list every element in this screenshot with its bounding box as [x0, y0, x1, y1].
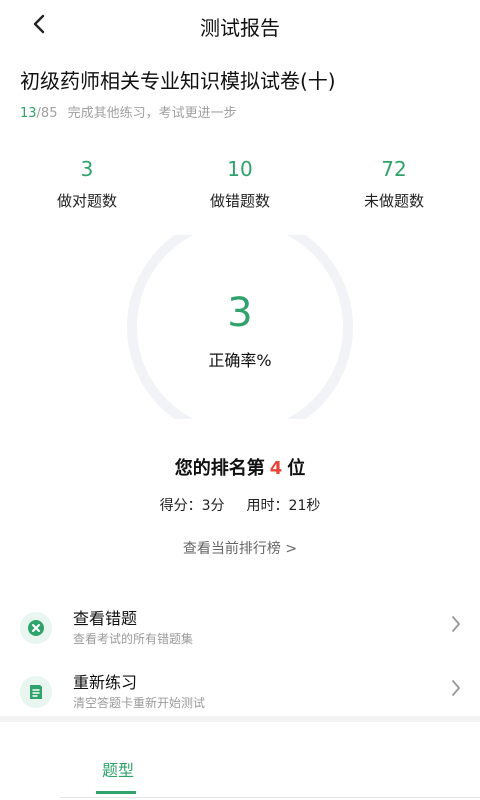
stat-unanswered-label: 未做题数 [363, 192, 424, 210]
page-title: 测试报告 [200, 16, 280, 40]
tab-question-type[interactable]: 题型 [82, 757, 154, 781]
score-text: 得分：3分 [159, 498, 225, 514]
stat-correct-label: 做对题数 [56, 192, 117, 210]
leaderboard-link[interactable]: 查看当前排行榜 > [0, 538, 480, 558]
review-wrong-title: 查看错题 [73, 609, 138, 628]
stat-unanswered-value: 72 [381, 157, 407, 181]
review-wrong-row[interactable]: 查看错题 查看考试的所有错题集 [0, 602, 480, 662]
chevron-right-icon [452, 616, 460, 632]
accuracy-label: 正确率% [208, 351, 272, 370]
close-circle-icon [20, 612, 52, 644]
retry-subtitle: 清空答题卡重新开始测试 [73, 696, 206, 710]
rank-position: 4 [269, 458, 283, 479]
stat-wrong-value: 10 [227, 157, 253, 181]
exam-title: 初级药师相关专业知识模拟试卷(十) [20, 69, 336, 93]
retry-title: 重新练习 [73, 673, 138, 692]
progress-done: 13 [20, 106, 37, 121]
stat-wrong-label: 做错题数 [209, 192, 270, 210]
progress-total: /85 [36, 106, 58, 121]
rank-text: 您的排名第 4 位 [0, 454, 480, 480]
rank-prefix: 您的排名第 [174, 458, 265, 479]
progress-hint: 完成其他练习，考试更进一步 [67, 106, 237, 121]
review-wrong-subtitle: 查看考试的所有错题集 [73, 632, 194, 646]
chevron-right-icon [452, 680, 460, 696]
stat-correct: 3 做对题数 [17, 157, 157, 211]
rank-suffix: 位 [287, 458, 306, 479]
section-divider [0, 716, 480, 722]
accuracy-value: 3 [227, 290, 253, 336]
stat-wrong: 10 做错题数 [170, 157, 310, 211]
tab-bar-line [60, 797, 480, 798]
score-line: 得分：3分 用时：21秒 [0, 495, 480, 515]
stat-unanswered: 72 未做题数 [324, 157, 464, 211]
time-text: 用时：21秒 [246, 498, 321, 514]
progress-line: 13/85 完成其他练习，考试更进一步 [20, 102, 237, 121]
stat-correct-value: 3 [80, 157, 94, 181]
note-icon [20, 676, 52, 708]
tab-active-indicator [96, 791, 136, 794]
